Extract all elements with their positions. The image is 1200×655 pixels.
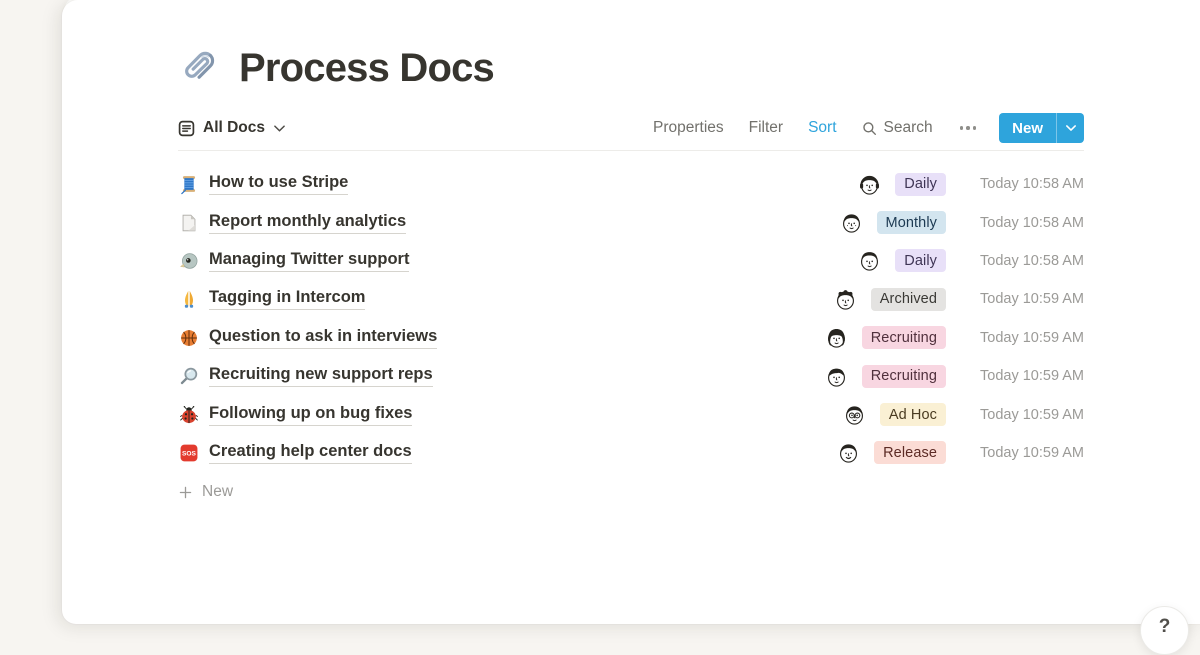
- row-meta: Daily Today 10:58 AM: [857, 248, 1084, 273]
- doc-title-link[interactable]: Tagging in Intercom: [209, 288, 365, 310]
- table-row[interactable]: Following up on bug fixes Ad Hoc Today 1…: [178, 395, 1084, 433]
- last-edited-time: Today 10:59 AM: [964, 368, 1084, 384]
- row-meta: Ad Hoc Today 10:59 AM: [842, 402, 1084, 427]
- tag-badge: Daily: [895, 173, 946, 196]
- row-meta: Recruiting Today 10:59 AM: [824, 325, 1084, 350]
- sos-icon: SOS: [178, 442, 200, 464]
- plus-icon: [178, 485, 193, 500]
- doc-title-link[interactable]: Managing Twitter support: [209, 250, 409, 272]
- tag-badge: Daily: [895, 249, 946, 272]
- row-meta: Recruiting Today 10:59 AM: [824, 364, 1084, 389]
- magnifying-glass-icon: [178, 365, 200, 387]
- row-meta: Archived Today 10:59 AM: [833, 287, 1084, 312]
- avatar: [833, 287, 858, 312]
- avatar: [857, 248, 882, 273]
- avatar: [824, 325, 849, 350]
- search-label: Search: [884, 119, 933, 137]
- more-options-button[interactable]: [958, 126, 979, 130]
- last-edited-time: Today 10:59 AM: [964, 291, 1084, 307]
- last-edited-time: Today 10:59 AM: [964, 330, 1084, 346]
- last-edited-time: Today 10:58 AM: [964, 253, 1084, 269]
- tag-badge: Release: [874, 441, 946, 464]
- last-edited-time: Today 10:59 AM: [964, 445, 1084, 461]
- notion-page-card: Process Docs All Docs Properties Filter …: [62, 0, 1200, 624]
- tag-badge: Monthly: [877, 211, 946, 234]
- doc-title-link[interactable]: How to use Stripe: [209, 173, 348, 195]
- doc-table-body: How to use Stripe Daily Today 10:58 AM R…: [178, 165, 1084, 472]
- add-new-row-label: New: [202, 483, 233, 501]
- lady-beetle-icon: [178, 404, 200, 426]
- row-meta: Release Today 10:59 AM: [836, 440, 1084, 465]
- doc-title-link[interactable]: Question to ask in interviews: [209, 327, 437, 349]
- search-button[interactable]: Search: [862, 119, 933, 137]
- last-edited-time: Today 10:59 AM: [964, 407, 1084, 423]
- page-title: Process Docs: [239, 46, 494, 91]
- view-switcher-label: All Docs: [203, 119, 265, 137]
- add-new-row-button[interactable]: New: [178, 475, 1084, 509]
- table-row[interactable]: Question to ask in interviews Recruiting…: [178, 319, 1084, 357]
- bird-icon: [178, 250, 200, 272]
- help-button[interactable]: ?: [1140, 606, 1189, 655]
- avatar: [842, 402, 867, 427]
- last-edited-time: Today 10:58 AM: [964, 215, 1084, 231]
- new-button[interactable]: New: [999, 113, 1056, 143]
- avatar: [857, 172, 882, 197]
- doc-title-link[interactable]: Recruiting new support reps: [209, 365, 433, 387]
- page-content: Process Docs All Docs Properties Filter …: [178, 0, 1084, 509]
- filter-button[interactable]: Filter: [749, 119, 783, 137]
- doc-title-link[interactable]: Creating help center docs: [209, 442, 412, 464]
- toolbar-actions: Properties Filter Sort Search New: [653, 113, 1084, 143]
- page-header: Process Docs: [178, 0, 1084, 91]
- tag-badge: Recruiting: [862, 365, 946, 388]
- table-row[interactable]: Recruiting new support reps Recruiting T…: [178, 357, 1084, 395]
- bookmark-tabs-icon: [178, 212, 200, 234]
- page-background: Process Docs All Docs Properties Filter …: [0, 0, 1200, 630]
- svg-text:SOS: SOS: [182, 450, 197, 457]
- doc-title-link[interactable]: Following up on bug fixes: [209, 404, 412, 426]
- sort-button[interactable]: Sort: [808, 119, 836, 137]
- table-row[interactable]: SOS Creating help center docs Release To…: [178, 434, 1084, 472]
- tag-badge: Archived: [871, 288, 946, 311]
- table-row[interactable]: Report monthly analytics Monthly Today 1…: [178, 203, 1084, 241]
- properties-button[interactable]: Properties: [653, 119, 724, 137]
- avatar: [824, 364, 849, 389]
- list-view-icon: [178, 120, 195, 137]
- tag-badge: Recruiting: [862, 326, 946, 349]
- basketball-icon: [178, 327, 200, 349]
- new-dropdown-button[interactable]: [1057, 113, 1084, 143]
- avatar: [836, 440, 861, 465]
- toolbar-divider: [178, 150, 1084, 151]
- doc-title-link[interactable]: Report monthly analytics: [209, 212, 406, 234]
- table-row[interactable]: Tagging in Intercom Archived Today 10:59…: [178, 280, 1084, 318]
- database-toolbar: All Docs Properties Filter Sort Search: [178, 112, 1084, 144]
- avatar: [839, 210, 864, 235]
- folded-hands-icon: [178, 288, 200, 310]
- table-row[interactable]: Managing Twitter support Daily Today 10:…: [178, 242, 1084, 280]
- paperclip-icon[interactable]: [178, 45, 224, 91]
- row-meta: Monthly Today 10:58 AM: [839, 210, 1084, 235]
- thread-icon: [178, 173, 200, 195]
- new-button-group: New: [999, 113, 1084, 143]
- row-meta: Daily Today 10:58 AM: [857, 172, 1084, 197]
- chevron-down-icon: [274, 125, 285, 132]
- search-icon: [862, 121, 877, 136]
- tag-badge: Ad Hoc: [880, 403, 946, 426]
- table-row[interactable]: How to use Stripe Daily Today 10:58 AM: [178, 165, 1084, 203]
- view-switcher-all-docs[interactable]: All Docs: [178, 119, 285, 137]
- last-edited-time: Today 10:58 AM: [964, 176, 1084, 192]
